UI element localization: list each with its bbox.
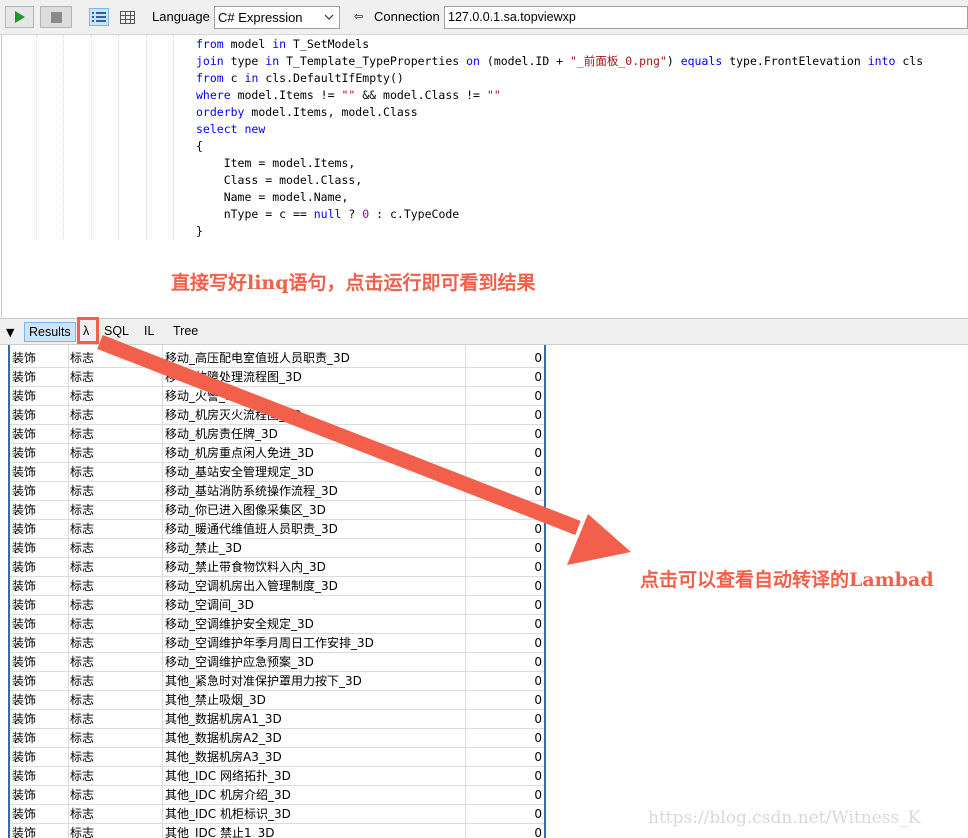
annotation-arrow [97, 335, 631, 565]
arrow-shaft [97, 335, 581, 535]
lambda-annotation: 点击可以查看自动转译的Lambad [640, 569, 934, 591]
watermark: https://blog.csdn.net/Witness_K [648, 808, 921, 828]
